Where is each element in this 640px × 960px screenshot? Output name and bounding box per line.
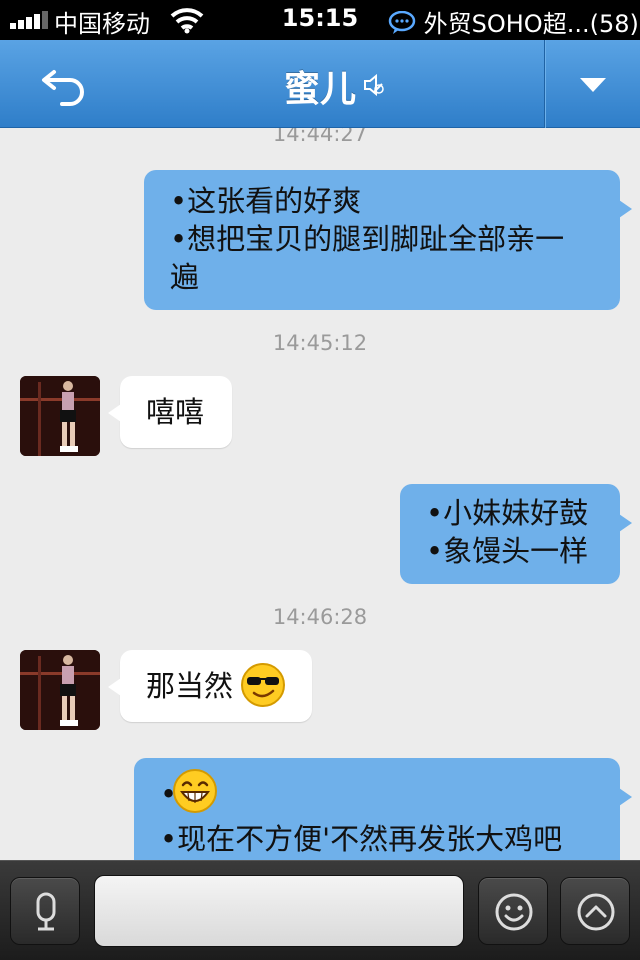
message-line: •小妹妹好鼓 [426,496,589,530]
outgoing-message-bubble[interactable]: •小妹妹好鼓 •象馒头一样 [400,484,632,584]
message-input-bar [0,860,640,960]
dropdown-menu-button[interactable] [546,40,640,128]
outgoing-message-bubble[interactable]: • •现在不方便'不然再发张大鸡吧 [134,758,632,860]
message-line: • [160,777,178,811]
outgoing-message-bubble[interactable]: •这张看的好爽 •想把宝贝的腿到脚趾全部亲一 遍 [144,170,632,310]
message-line: 遍 [170,260,200,294]
incoming-message-bubble[interactable]: 嘻嘻 [108,376,232,448]
bubble-tail [108,404,121,422]
message-line: •现在不方便'不然再发张大鸡吧 [160,822,563,856]
microphone-icon [36,892,56,931]
message-text-input[interactable] [94,875,464,947]
bubble-tail [108,678,121,696]
chevron-up-circle-icon [577,893,615,931]
avatar-photo [20,650,100,730]
nav-bar: 蜜儿 [0,40,640,128]
bubble-tail [619,514,632,532]
more-options-button[interactable] [560,877,630,945]
grin-emoji-icon [173,769,217,813]
smiley-icon [495,893,533,931]
message-line: 那当然 [146,669,234,703]
sunglasses-emoji-icon [241,663,285,707]
triangle-down-icon [580,78,606,92]
message-timestamp: 14:44:27 [272,128,368,146]
message-line: •想把宝贝的腿到脚趾全部亲一 [170,222,565,256]
message-timestamp: 14:46:28 [272,605,368,629]
bubble-tail [619,788,632,806]
bubble-tail [619,200,632,218]
avatar-photo [20,376,100,456]
status-bar: 中国移动 15:15 外贸SOHO超...(58) [0,0,640,40]
message-line: 嘻嘻 [146,395,205,429]
speaker-muted-icon [364,73,384,97]
message-line: •这张看的好爽 [170,184,362,218]
emoji-button[interactable] [478,877,548,945]
contact-avatar[interactable] [20,650,100,730]
message-line: •象馒头一样 [426,534,589,568]
notification-text: 外贸SOHO超...(58) [423,10,639,38]
chat-message-list[interactable]: 14:44:27 •这张看的好爽 •想把宝贝的腿到脚趾全部亲一 遍 14:45:… [0,128,640,860]
notification-ticker[interactable]: 外贸SOHO超...(58) [388,4,639,39]
message-timestamp: 14:45:12 [272,331,368,355]
chat-bubble-icon [388,11,416,34]
incoming-message-bubble[interactable]: 那当然 [108,650,312,722]
contact-avatar[interactable] [20,376,100,456]
voice-input-button[interactable] [10,877,80,945]
